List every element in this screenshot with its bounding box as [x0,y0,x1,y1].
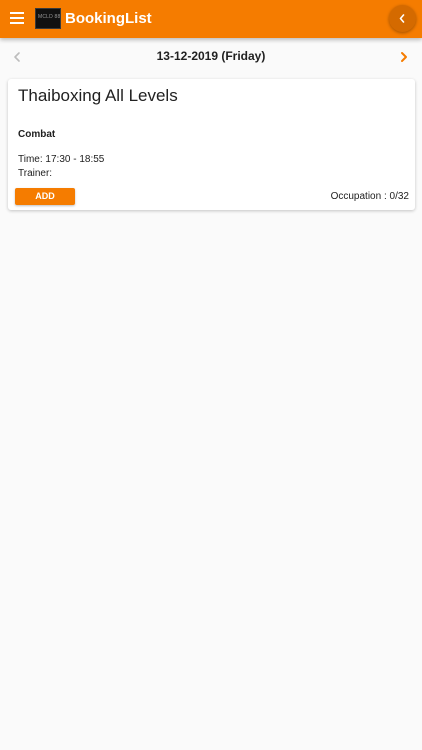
occupation-label: Occupation : [330,191,387,202]
trainer-label: Trainer: [18,168,53,179]
time-label: Time: [18,154,43,165]
next-day-button[interactable] [399,50,409,62]
date-navigator: 13-12-2019 (Friday) [0,38,422,74]
class-category: Combat [18,129,56,140]
add-booking-button[interactable]: ADD [15,188,75,205]
current-date: 13-12-2019 (Friday) [156,49,266,63]
chevron-left-icon [399,14,405,23]
class-trainer: Trainer: [18,168,52,180]
chevron-right-icon [401,52,407,62]
app-logo: MCLD 88 [35,8,61,29]
app-bar: MCLD 88 BookingList [0,0,422,38]
occupation: Occupation : 0/32 [331,191,409,203]
back-button[interactable] [389,5,416,32]
class-card: Thaiboxing All Levels Combat Time: 17:30… [8,79,415,210]
occupation-value: 0/32 [389,191,409,202]
class-time: Time: 17:30 - 18:55 [18,154,104,166]
class-title: Thaiboxing All Levels [18,86,178,105]
time-value: 17:30 - 18:55 [45,154,105,165]
menu-icon[interactable] [10,12,24,24]
logo-text: MCLD 88 [38,14,61,20]
app-title: BookingList [65,10,152,27]
